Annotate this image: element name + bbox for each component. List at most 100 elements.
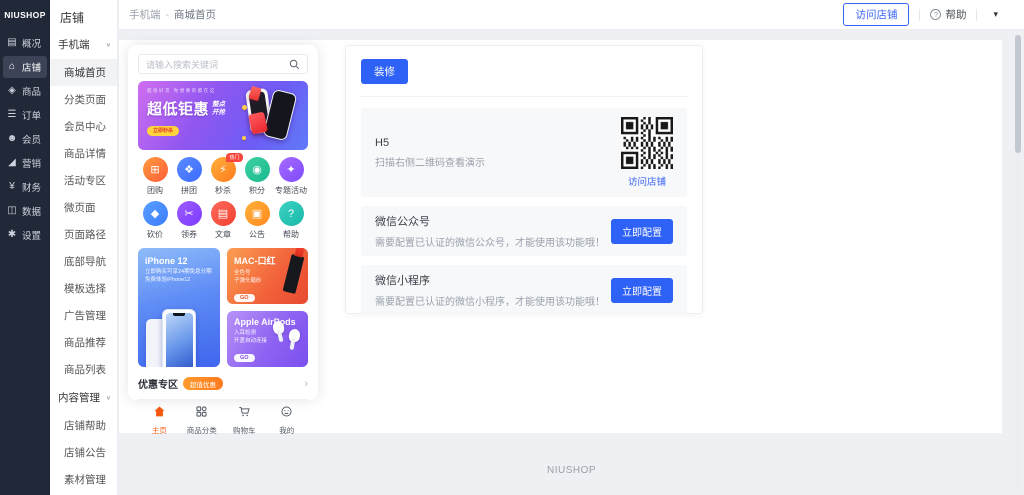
visit-store-link[interactable]: 访问店铺 <box>628 174 666 188</box>
goods-icon: ◈ <box>6 86 18 96</box>
subnav-item-goods-recommend[interactable]: 商品推荐 <box>50 329 117 356</box>
feature-help[interactable]: ?帮助 <box>274 201 308 240</box>
search-input[interactable]: 请输入搜索关键词 <box>138 54 308 74</box>
footer-brand: NIUSHOP <box>119 465 1024 476</box>
feature-label: 领券 <box>181 229 197 240</box>
subnav-item-bottom-nav[interactable]: 底部导航 <box>50 248 117 275</box>
sidebar-item-store[interactable]: ⌂店铺 <box>3 56 47 78</box>
subnav-item-template-select[interactable]: 模板选择 <box>50 275 117 302</box>
divider <box>359 96 689 97</box>
subnav-item-activity-zone[interactable]: 活动专区 <box>50 167 117 194</box>
subnav-item-ad-manage[interactable]: 广告管理 <box>50 302 117 329</box>
promo-airpods[interactable]: Apple AirPods 入耳检测开盖自动连接 GO <box>227 311 308 367</box>
subnav-item-store-help[interactable]: 店铺帮助 <box>50 412 117 439</box>
phone-preview: 请输入搜索关键词 超值好货 你想要的都在这 超低钜惠 整点 开抢 立即秒杀 <box>128 45 318 400</box>
feature-articles[interactable]: ▤文章 <box>206 201 240 240</box>
search-placeholder: 请输入搜索关键词 <box>146 58 218 71</box>
wechat-official-section: 微信公众号 需要配置已认证的微信公众号，才能使用该功能哦！ 立即配置 <box>361 206 687 256</box>
feature-label: 公告 <box>249 229 265 240</box>
subnav-title: 店铺 <box>50 0 117 30</box>
configure-mini-button[interactable]: 立即配置 <box>611 278 673 303</box>
store-icon: ⌂ <box>6 62 18 72</box>
deal-title: 优惠专区 <box>138 376 178 391</box>
sidebar-item-goods[interactable]: ◈商品 <box>3 80 47 102</box>
tab-cart[interactable]: 购物车 <box>223 405 266 436</box>
go-button[interactable]: GO <box>234 294 255 302</box>
promo-lipstick[interactable]: MAC-口红 全色号子弹头磨砂 GO <box>227 248 308 304</box>
search-icon <box>289 59 300 70</box>
configure-official-button[interactable]: 立即配置 <box>611 219 673 244</box>
subnav-item-member-center[interactable]: 会员中心 <box>50 113 117 140</box>
feature-label: 专题活动 <box>275 185 307 196</box>
sidebar-item-label: 设置 <box>22 228 41 242</box>
finance-icon: ¥ <box>6 182 18 192</box>
feature-points[interactable]: ◉积分 <box>240 157 274 196</box>
feature-bargain[interactable]: ◆砍价 <box>138 201 172 240</box>
feature-notice[interactable]: ▣公告 <box>240 201 274 240</box>
subnav-item-mall-home[interactable]: 商城首页 <box>50 59 117 86</box>
topics-icon: ✦ <box>279 157 304 182</box>
scrollbar[interactable] <box>1015 33 1021 491</box>
sidebar-item-orders[interactable]: ☰订单 <box>3 104 47 126</box>
breadcrumb: 手机端-商城首页 <box>129 7 216 22</box>
tab-label: 商品分类 <box>187 425 217 436</box>
subnav-item-goods-list[interactable]: 商品列表 <box>50 356 117 383</box>
subnav-group-mobile[interactable]: 手机端∨ <box>50 30 117 59</box>
decorate-button[interactable]: 装修 <box>361 59 408 84</box>
sidebar-item-label: 营销 <box>22 156 41 170</box>
sidebar-item-settings[interactable]: ✱设置 <box>3 224 47 246</box>
tab-label: 我的 <box>279 425 294 436</box>
user-menu-caret-icon[interactable]: ▾ <box>987 9 1004 20</box>
deal-section-header[interactable]: 优惠专区 超值优惠 › <box>138 376 308 391</box>
feature-pin-tuan[interactable]: ❖拼团 <box>172 157 206 196</box>
deal-badge: 超值优惠 <box>183 377 223 390</box>
help-icon: ? <box>279 201 304 226</box>
divider <box>976 9 977 21</box>
wechat-official-title: 微信公众号 <box>375 213 605 229</box>
promo-banner[interactable]: 超值好货 你想要的都在这 超低钜惠 整点 开抢 立即秒杀 <box>138 81 308 150</box>
subnav-item-page-path[interactable]: 页面路径 <box>50 221 117 248</box>
chevron-down-icon: ∨ <box>106 41 111 47</box>
sidebar-item-label: 财务 <box>22 180 41 194</box>
sidebar-item-members[interactable]: ☻会员 <box>3 128 47 150</box>
subnav-item-goods-detail[interactable]: 商品详情 <box>50 140 117 167</box>
breadcrumb-parent: 手机端 <box>129 9 161 21</box>
subnav-item-micro-page[interactable]: 微页面 <box>50 194 117 221</box>
user-icon <box>280 405 293 423</box>
help-icon: ? <box>930 9 941 20</box>
go-button[interactable]: GO <box>234 354 255 362</box>
tab-home[interactable]: 主页 <box>138 405 181 436</box>
feature-label: 积分 <box>249 185 265 196</box>
feature-seckill[interactable]: ⚡热门秒杀 <box>206 157 240 196</box>
feature-coupons[interactable]: ✂ 领券 <box>172 201 206 240</box>
sidebar-item-data[interactable]: ◫数据 <box>3 200 47 222</box>
subnav-group-content-manage[interactable]: 内容管理∨ <box>50 383 117 412</box>
help-button[interactable]: ? 帮助 <box>930 7 966 22</box>
subnav-item-material-manage[interactable]: 素材管理 <box>50 466 117 493</box>
breadcrumb-separator: - <box>166 9 170 21</box>
visit-store-button[interactable]: 访问店铺 <box>843 3 909 26</box>
subnav-item-category-page[interactable]: 分类页面 <box>50 86 117 113</box>
brand-logo: NIUSHOP <box>0 0 50 30</box>
promo-cards: iPhone 12 立即购买可享24期免息分期免费体验iPhone12 MAC-… <box>138 248 308 367</box>
primary-sidebar: NIUSHOP ▤概况⌂店铺◈商品☰订单☻会员 ◢ 营销 ¥ 财务 ◫数据✱设置 <box>0 0 50 495</box>
sidebar-item-marketing[interactable]: ◢ 营销 <box>3 152 47 174</box>
feature-label: 文章 <box>215 229 231 240</box>
subnav-item-store-notice[interactable]: 店铺公告 <box>50 439 117 466</box>
tab-mine[interactable]: 我的 <box>266 405 309 436</box>
feature-topics[interactable]: ✦ 专题活动 <box>274 157 308 196</box>
coupons-icon: ✂ <box>177 201 202 226</box>
data-icon: ◫ <box>6 206 18 216</box>
feature-label: 团购 <box>147 185 163 196</box>
sidebar-item-overview[interactable]: ▤概况 <box>3 32 47 54</box>
feature-label: 砍价 <box>147 229 163 240</box>
scrollbar-thumb[interactable] <box>1015 35 1021 153</box>
promo-iphone[interactable]: iPhone 12 立即购买可享24期免息分期免费体验iPhone12 <box>138 248 220 367</box>
pin-tuan-icon: ❖ <box>177 157 202 182</box>
app-root: NIUSHOP ▤概况⌂店铺◈商品☰订单☻会员 ◢ 营销 ¥ 财务 ◫数据✱设置 店铺 手… <box>0 0 1024 495</box>
marketing-icon: ◢ <box>6 158 18 168</box>
tab-category[interactable]: 商品分类 <box>181 405 224 436</box>
feature-group-buy[interactable]: ⊞团购 <box>138 157 172 196</box>
sidebar-item-finance[interactable]: ¥ 财务 <box>3 176 47 198</box>
banner-title: 超低钜惠 <box>147 98 209 119</box>
